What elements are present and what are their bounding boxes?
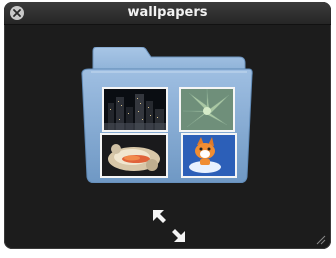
quicklook-window: wallpapers <box>4 2 331 249</box>
fullscreen-expand-icon[interactable] <box>152 209 186 243</box>
thumbnail-fox-mascot <box>181 133 237 178</box>
window-title: wallpapers <box>127 5 208 20</box>
thumbnail-flower-burst <box>100 133 168 178</box>
thumbnail-night-city <box>102 87 168 132</box>
resize-grip-icon[interactable] <box>314 233 326 245</box>
thumbnail-succulent <box>179 87 235 132</box>
title-bar[interactable]: wallpapers <box>4 2 331 25</box>
folder-preview <box>81 47 253 183</box>
